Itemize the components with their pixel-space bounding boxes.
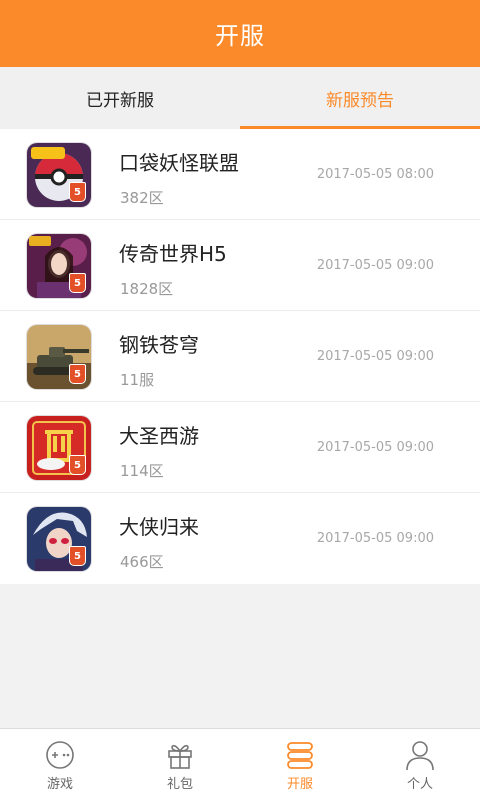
game-icon-monkey-king: 5 — [27, 416, 91, 480]
server-zone: 466区 — [120, 553, 164, 571]
list-item[interactable]: 5 传奇世界H5 1828区 2017-05-05 09:00 — [0, 220, 480, 311]
game-name: 大侠归来 — [119, 515, 199, 539]
app-header: 开服 — [0, 0, 480, 67]
page-title: 开服 — [215, 22, 265, 50]
open-time: 2017-05-05 09:00 — [316, 258, 434, 273]
game-name: 钢铁苍穹 — [119, 333, 199, 357]
server-zone: 382区 — [120, 189, 164, 207]
server-stack-icon — [287, 742, 313, 769]
nav-label: 礼包 — [166, 777, 193, 792]
server-tabs: 已开新服 新服预告 — [0, 67, 480, 129]
open-time: 2017-05-05 09:00 — [316, 531, 434, 546]
html5-badge: 5 — [69, 364, 86, 384]
gift-icon — [168, 744, 192, 769]
game-name: 口袋妖怪联盟 — [119, 151, 239, 175]
game-icon-legend-world: 5 — [27, 234, 91, 298]
server-zone: 11服 — [120, 371, 155, 389]
nav-games[interactable]: 游戏 — [0, 729, 120, 801]
server-zone: 114区 — [120, 462, 164, 480]
list-item[interactable]: 5 钢铁苍穹 11服 2017-05-05 09:00 — [0, 311, 480, 402]
game-icon-pokemon: 5 — [27, 143, 91, 207]
server-list: 5 口袋妖怪联盟 382区 2017-05-05 08:00 5 传奇世界H5 … — [0, 129, 480, 584]
tab-opened-servers[interactable]: 已开新服 — [0, 67, 240, 129]
game-name: 大圣西游 — [119, 424, 199, 448]
html5-badge: 5 — [69, 182, 86, 202]
person-icon — [406, 741, 434, 771]
list-item[interactable]: 5 口袋妖怪联盟 382区 2017-05-05 08:00 — [0, 129, 480, 220]
nav-label: 开服 — [286, 777, 313, 792]
open-time: 2017-05-05 09:00 — [316, 440, 434, 455]
game-icon-steel-sky: 5 — [27, 325, 91, 389]
gamepad-icon — [46, 741, 74, 769]
nav-gifts[interactable]: 礼包 — [120, 729, 240, 801]
tab-upcoming-servers[interactable]: 新服预告 — [240, 67, 480, 129]
game-name: 传奇世界H5 — [119, 242, 227, 266]
list-item[interactable]: 5 大圣西游 114区 2017-05-05 09:00 — [0, 402, 480, 493]
html5-badge: 5 — [69, 455, 86, 475]
bottom-navigation: 游戏 礼包 开服 个人 — [0, 728, 480, 801]
nav-servers[interactable]: 开服 — [240, 729, 360, 801]
nav-label: 个人 — [406, 777, 433, 792]
list-item[interactable]: 5 大侠归来 466区 2017-05-05 09:00 — [0, 493, 480, 584]
open-time: 2017-05-05 09:00 — [316, 349, 434, 364]
nav-profile[interactable]: 个人 — [360, 729, 480, 801]
open-time: 2017-05-05 08:00 — [316, 167, 434, 182]
server-zone: 1828区 — [120, 280, 174, 298]
html5-badge: 5 — [69, 273, 86, 293]
html5-badge: 5 — [69, 546, 86, 566]
game-icon-hero-returns: 5 — [27, 507, 91, 571]
nav-label: 游戏 — [46, 777, 73, 792]
